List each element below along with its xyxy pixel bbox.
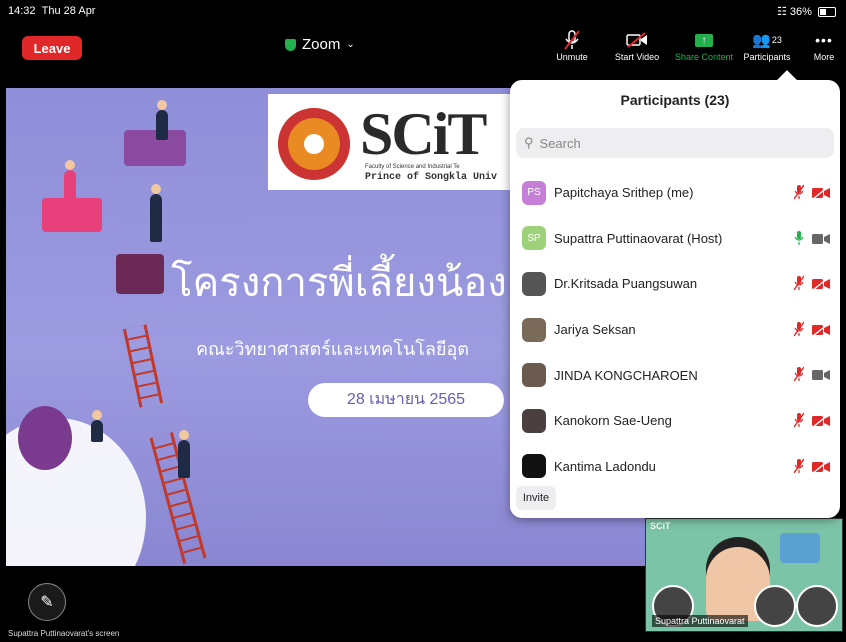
battery-percent: 36% xyxy=(789,6,812,18)
video-off-icon[interactable] xyxy=(812,460,830,474)
status-date: Thu 28 Apr xyxy=(41,5,96,17)
microphone-muted-icon[interactable] xyxy=(793,458,805,474)
participant-name: Jariya Seksan xyxy=(554,322,636,338)
illustration-person xyxy=(91,410,103,442)
participant-count: 23 xyxy=(771,35,782,45)
search-icon: ⚲ xyxy=(524,135,534,150)
share-content-label: Share Content xyxy=(674,52,734,62)
status-bar: 14:32 Thu 28 Apr ☷ 36% xyxy=(0,0,846,22)
start-video-label: Start Video xyxy=(614,52,660,62)
wifi-icon: ☷ xyxy=(776,6,787,18)
chat-bubble xyxy=(116,254,164,294)
more-label: More xyxy=(813,52,835,62)
participant-name: Dr.Kritsada Puangsuwan xyxy=(554,276,698,292)
more-button[interactable]: ••• More xyxy=(808,28,840,62)
slide-date: 28 เมษายน 2565 xyxy=(308,383,504,417)
video-off-icon[interactable] xyxy=(812,414,830,428)
leave-button[interactable]: Leave xyxy=(22,36,82,60)
more-dots-icon: ••• xyxy=(815,32,833,48)
participants-button[interactable]: 👥 23 Participants xyxy=(740,28,794,62)
illustration-person xyxy=(178,430,190,478)
invite-button[interactable]: Invite xyxy=(516,486,556,510)
participant-row[interactable]: Jariya Seksan xyxy=(510,307,840,353)
participants-label: Participants xyxy=(743,52,791,62)
participant-name: JINDA KONGCHAROEN xyxy=(554,367,698,383)
logo-university: Prince of Songkla Univ xyxy=(365,172,498,183)
video-name-label: Supattra Puttinaovarat xyxy=(652,615,748,627)
participant-avatar xyxy=(522,271,546,296)
slide-subtitle: คณะวิทยาศาสตร์และเทคโนโลยีอุต xyxy=(196,339,469,359)
illustration-ladder xyxy=(122,324,164,408)
screen-share-label: Supattra Puttinaovarat's screen xyxy=(8,629,120,638)
slide-title: โครงการพี่เลี้ยงน้อง xyxy=(171,261,507,305)
share-arrow-icon: ↑ xyxy=(695,33,713,47)
microphone-muted-icon[interactable] xyxy=(793,412,805,428)
share-content-button[interactable]: ↑ Share Content xyxy=(672,28,736,62)
participants-icon: 👥 xyxy=(752,32,771,49)
participant-row[interactable]: Kantima Ladondu xyxy=(510,444,840,490)
shield-icon xyxy=(285,38,296,51)
participant-avatar xyxy=(522,408,546,433)
participant-name: Kantima Ladondu xyxy=(554,458,656,474)
search-placeholder: Search xyxy=(539,135,581,151)
video-off-icon xyxy=(611,28,663,52)
participants-title: Participants (23) xyxy=(620,92,730,108)
decorative-leaf xyxy=(18,406,72,470)
microphone-muted-icon[interactable] xyxy=(793,184,805,200)
microphone-muted-icon[interactable] xyxy=(793,366,805,382)
microphone-muted-icon[interactable] xyxy=(793,275,805,291)
status-time: 14:32 xyxy=(8,5,36,17)
video-on-icon[interactable] xyxy=(812,232,830,244)
meeting-toolbar: Leave Zoom ⌄ Unmute Start Video ↑ Share … xyxy=(0,22,846,70)
start-video-button[interactable]: Start Video xyxy=(611,28,663,62)
participant-row[interactable]: Kanokorn Sae-Ueng xyxy=(510,398,840,444)
participant-row[interactable]: SP Supattra Puttinaovarat (Host) xyxy=(510,216,840,262)
participant-list: PS Papitchaya Srithep (me) SP Supattra Putt… xyxy=(510,170,840,489)
logo-subtitle: Faculty of Science and Industrial Te xyxy=(365,164,460,170)
chevron-down-icon: ⌄ xyxy=(346,39,355,50)
faculty-logo: SCiT Faculty of Science and Industrial T… xyxy=(268,94,518,190)
video-on-icon[interactable] xyxy=(812,368,830,381)
logo-text: SCiT xyxy=(360,101,487,167)
annotate-pencil-icon[interactable]: ✎ xyxy=(28,583,66,621)
participant-row[interactable]: PS Papitchaya Srithep (me) xyxy=(510,170,840,216)
participant-row[interactable]: JINDA KONGCHAROEN xyxy=(510,352,840,398)
attendee-photo xyxy=(796,585,838,627)
video-slide-logo: SCiT xyxy=(650,521,671,531)
battery-icon xyxy=(818,7,836,18)
meeting-title[interactable]: Zoom ⌄ xyxy=(285,36,355,53)
participant-search-input[interactable]: ⚲ Search xyxy=(516,128,834,158)
video-off-icon[interactable] xyxy=(812,186,830,200)
microphone-muted-icon xyxy=(552,28,592,52)
microphone-on-icon[interactable] xyxy=(794,230,804,246)
participant-avatar: PS xyxy=(522,180,546,205)
illustration-person xyxy=(64,160,76,204)
meeting-title-text: Zoom xyxy=(302,36,341,53)
participant-name: Supattra Puttinaovarat (Host) xyxy=(554,230,723,246)
unmute-label: Unmute xyxy=(556,52,588,62)
illustration-person xyxy=(150,184,162,242)
participant-avatar: SP xyxy=(522,226,546,251)
unmute-button[interactable]: Unmute xyxy=(552,28,592,62)
participant-avatar xyxy=(522,317,546,342)
host-video-thumbnail[interactable]: SCiT Supattra Puttinaovarat xyxy=(645,518,843,632)
participant-name: Papitchaya Srithep (me) xyxy=(554,185,694,201)
participants-panel: Participants (23) ⚲ Search PS Papitchaya … xyxy=(510,80,840,518)
participant-name: Kanokorn Sae-Ueng xyxy=(554,413,672,429)
video-slide-card xyxy=(780,533,820,563)
video-off-icon[interactable] xyxy=(812,323,830,337)
microphone-muted-icon[interactable] xyxy=(793,321,805,337)
illustration-person xyxy=(156,100,168,140)
participant-avatar xyxy=(522,454,546,479)
video-off-icon[interactable] xyxy=(812,277,830,291)
attendee-photo xyxy=(754,585,796,627)
participant-row[interactable]: Dr.Kritsada Puangsuwan xyxy=(510,261,840,307)
atom-gear-icon xyxy=(278,108,350,180)
participant-avatar xyxy=(522,363,546,388)
illustration-card xyxy=(124,130,186,166)
